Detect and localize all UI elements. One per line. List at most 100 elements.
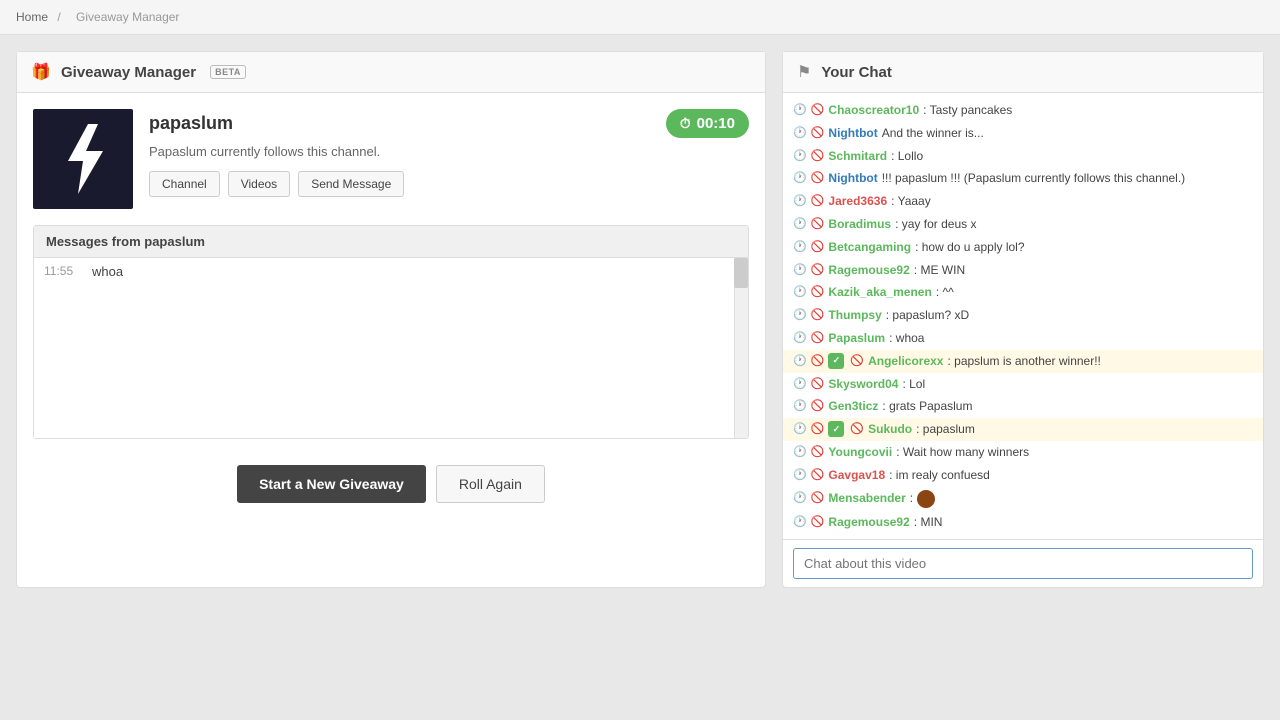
timer-clock-icon: ⏱ — [680, 115, 691, 132]
videos-button[interactable]: Videos — [228, 171, 290, 197]
chat-username[interactable]: Youngcovii — [828, 444, 892, 461]
winner-badge-icon: ✓ — [828, 421, 844, 437]
chat-row: 🕐🚫Nightbot And the winner is... — [783, 122, 1263, 145]
chat-username[interactable]: Ragemouse92 — [828, 262, 909, 279]
clock-icon: 🕐 — [793, 377, 807, 392]
chat-username[interactable]: Gen3ticz — [828, 398, 878, 415]
chat-row: 🕐🚫Betcangaming: how do u apply lol? — [783, 236, 1263, 259]
chat-row: 🕐🚫Thumpsy: papaslum? xD — [783, 304, 1263, 327]
giveaway-icon: 🎁 — [31, 62, 51, 82]
main-layout: 🎁 Giveaway Manager BETA papaslum ⏱ 00:10 — [0, 35, 1280, 604]
chat-row: 🕐🚫Ragemouse92: MIN — [783, 511, 1263, 534]
panel-title: Giveaway Manager — [61, 64, 196, 81]
message-time: 11:55 — [44, 264, 80, 279]
chat-message-text: : Lol — [902, 376, 925, 393]
chat-message-text: !!! papaslum !!! (Papaslum currently fol… — [882, 170, 1185, 187]
chat-message-text: : papaslum — [916, 421, 975, 438]
chat-input-row — [783, 539, 1263, 587]
block-icon: 🚫 — [811, 422, 825, 437]
chat-username[interactable]: Papaslum — [828, 330, 885, 347]
chat-message-text: : ^^ — [936, 284, 954, 301]
channel-button[interactable]: Channel — [149, 171, 220, 197]
scrollbar-thumb[interactable] — [734, 258, 748, 288]
chat-username[interactable]: Schmitard — [828, 148, 887, 165]
chat-message-text: : ME WIN — [914, 262, 965, 279]
flag-icon: ⚑ — [797, 62, 811, 82]
clock-icon: 🕐 — [793, 399, 807, 414]
clock-icon: 🕐 — [793, 285, 807, 300]
timer-value: 00:10 — [697, 115, 735, 132]
clock-icon: 🕐 — [793, 171, 807, 186]
winner-subtitle: Papaslum currently follows this channel. — [149, 144, 749, 159]
chat-row: 🕐🚫Ragemouse92: ME WIN — [783, 259, 1263, 282]
lightning-icon — [53, 119, 113, 199]
chat-username[interactable]: Chaoscreator10 — [828, 102, 919, 119]
block-icon: 🚫 — [811, 399, 825, 414]
chat-row: 🕐🚫Skysword04: Lol — [783, 373, 1263, 396]
clock-icon: 🕐 — [793, 194, 807, 209]
timer-badge: ⏱ 00:10 — [666, 109, 749, 138]
send-message-button[interactable]: Send Message — [298, 171, 404, 197]
right-panel: ⚑ Your Chat 🕐🚫Chaoscreator10: Tasty panc… — [782, 51, 1264, 588]
block-icon: 🚫 — [811, 240, 825, 255]
chat-messages[interactable]: 🕐🚫Chaoscreator10: Tasty pancakes🕐🚫Nightb… — [783, 93, 1263, 539]
chat-username[interactable]: Jared3636 — [828, 193, 887, 210]
messages-body[interactable]: 11:55 whoa — [34, 258, 748, 438]
block-icon: 🚫 — [811, 103, 825, 118]
block-icon: 🚫 — [811, 263, 825, 278]
chat-row: 🕐🚫Kazik_aka_menen: ^^ — [783, 281, 1263, 304]
chat-message-text: : MIN — [914, 514, 943, 531]
chat-row: 🕐🚫Gavgav18: im realy confuesd — [783, 464, 1263, 487]
chat-row: 🕐🚫Chaoscreator10: Tasty pancakes — [783, 99, 1263, 122]
chat-input[interactable] — [793, 548, 1253, 579]
clock-icon: 🕐 — [793, 308, 807, 323]
block-icon: 🚫 — [811, 445, 825, 460]
clock-icon: 🕐 — [793, 149, 807, 164]
breadcrumb-current: Giveaway Manager — [76, 10, 179, 24]
chat-message-text: : Wait how many winners — [896, 444, 1029, 461]
winner-section: papaslum ⏱ 00:10 Papaslum currently foll… — [17, 93, 765, 225]
block-icon: 🚫 — [811, 126, 825, 141]
chat-username[interactable]: Mensabender — [828, 490, 905, 507]
block-icon: 🚫 — [811, 217, 825, 232]
chat-username[interactable]: Nightbot — [828, 170, 877, 187]
chat-username[interactable]: Betcangaming — [828, 239, 911, 256]
winner-username: papaslum — [149, 113, 233, 134]
block-icon: 🚫 — [811, 515, 825, 530]
breadcrumb-separator: / — [57, 10, 60, 24]
chat-row: 🕐🚫✓🚫Angelicorexx: papslum is another win… — [783, 350, 1263, 373]
breadcrumb-home[interactable]: Home — [16, 10, 48, 24]
chat-message-text: : how do u apply lol? — [915, 239, 1024, 256]
chat-username[interactable]: Boradimus — [828, 216, 891, 233]
winner-info: papaslum ⏱ 00:10 Papaslum currently foll… — [149, 109, 749, 197]
chat-row: 🕐🚫Papaslum: whoa — [783, 327, 1263, 350]
chat-row: 🕐🚫✓🚫Sukudo: papaslum — [783, 418, 1263, 441]
chat-message-text: : — [910, 490, 913, 507]
chat-row: 🕐🚫Youngcovii: Wait how many winners — [783, 441, 1263, 464]
chat-username[interactable]: Skysword04 — [828, 376, 898, 393]
chat-username[interactable]: Thumpsy — [828, 307, 881, 324]
block-icon: 🚫 — [811, 468, 825, 483]
chat-row: 🕐🚫Schmitard: Lollo — [783, 145, 1263, 168]
chat-username[interactable]: Sukudo — [868, 421, 912, 438]
roll-again-button[interactable]: Roll Again — [436, 465, 545, 503]
chat-username[interactable]: Nightbot — [828, 125, 877, 142]
chat-username[interactable]: Angelicorexx — [868, 353, 943, 370]
chat-username[interactable]: Kazik_aka_menen — [828, 284, 931, 301]
breadcrumb: Home / Giveaway Manager — [0, 0, 1280, 35]
chat-message-text: And the winner is... — [882, 125, 984, 142]
chat-username[interactable]: Ragemouse92 — [828, 514, 909, 531]
panel-header: 🎁 Giveaway Manager BETA — [17, 52, 765, 93]
message-text: whoa — [92, 264, 123, 279]
chat-avatar — [917, 490, 935, 508]
clock-icon: 🕐 — [793, 354, 807, 369]
clock-icon: 🕐 — [793, 491, 807, 506]
chat-message-text: : papslum is another winner!! — [947, 353, 1100, 370]
chat-message-text: : Yaaay — [891, 193, 931, 210]
start-giveaway-button[interactable]: Start a New Giveaway — [237, 465, 426, 503]
clock-icon: 🕐 — [793, 217, 807, 232]
block-icon: 🚫 — [811, 491, 825, 506]
chat-username[interactable]: Gavgav18 — [828, 467, 885, 484]
chat-message-text: : whoa — [889, 330, 924, 347]
block-icon: 🚫 — [811, 171, 825, 186]
